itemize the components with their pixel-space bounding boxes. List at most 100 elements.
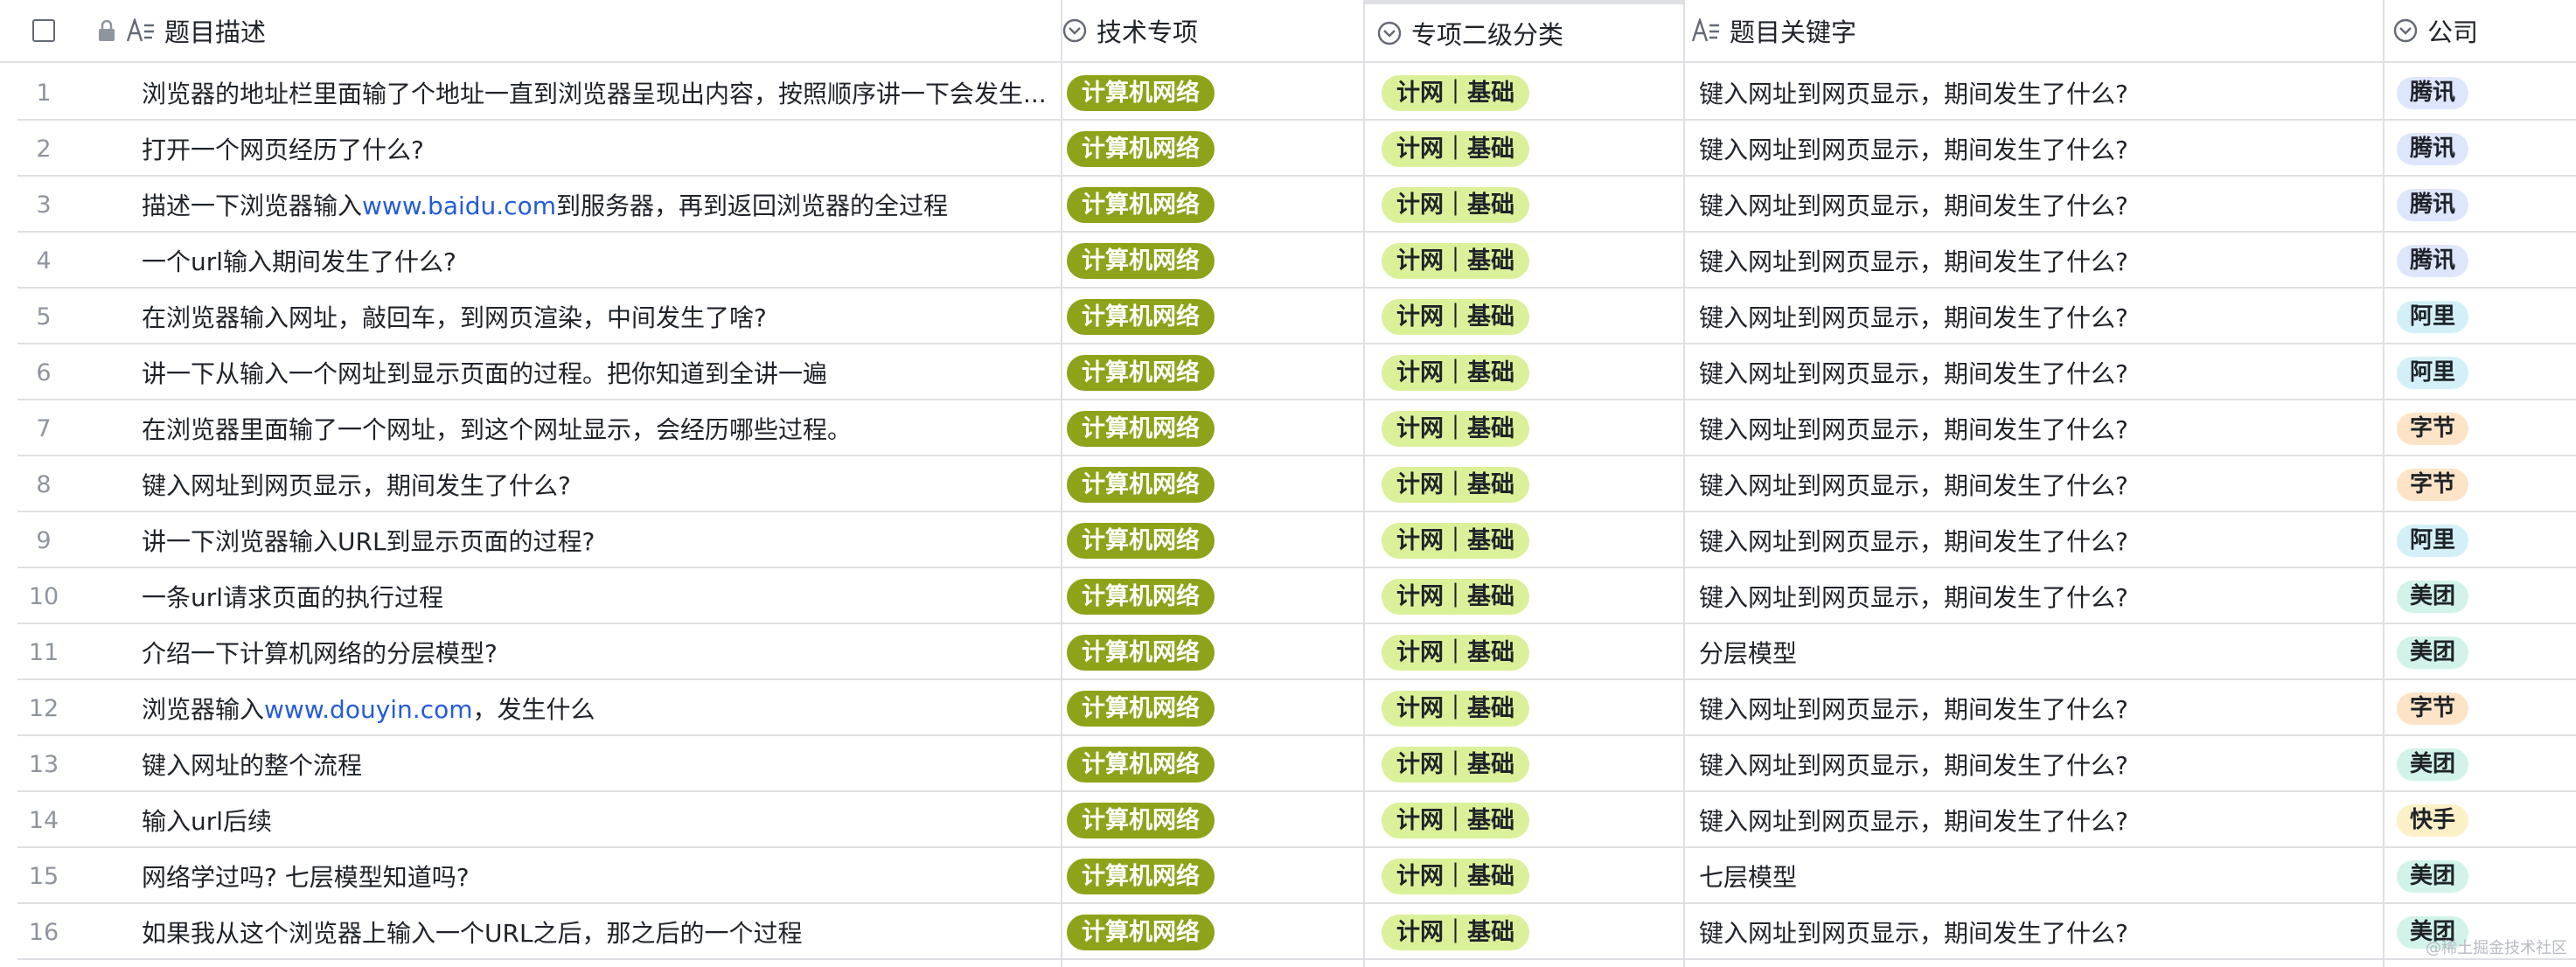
tech-cell[interactable]: 计算机网络 [1062,624,1363,680]
keyword-cell[interactable]: 键入网址到网页显示，期间发生了什么? [1685,792,2383,848]
company-cell[interactable]: 阿里 [2385,512,2576,568]
company-cell[interactable]: 腾讯 [2385,121,2576,177]
table-row[interactable]: 12 浏览器输入www.douyin.com，发生什么 计算机网络 计网｜基础 键入网址… [0,680,2576,736]
keyword-cell[interactable]: 分层模型 [1685,624,2383,680]
tech-cell[interactable]: 计算机网络 [1062,233,1363,289]
row-index-cell[interactable]: 5 [0,289,87,344]
row-index-cell[interactable]: 9 [0,512,87,568]
company-cell[interactable]: 美团 [2385,624,2576,680]
sub-category-cell[interactable]: 计网｜基础 [1365,792,1683,848]
checkbox-icon[interactable] [32,19,55,42]
tech-cell[interactable]: 计算机网络 [1062,121,1363,177]
row-index-cell[interactable]: 4 [0,233,87,289]
title-cell[interactable]: 讲一下浏览器输入URL到显示页面的过程? [87,512,1060,568]
keyword-cell[interactable]: 键入网址到网页显示，期间发生了什么? [1685,344,2383,400]
keyword-cell[interactable]: 键入网址到网页显示，期间发生了什么? [1685,568,2383,624]
row-index-cell[interactable]: 13 [0,736,87,792]
tech-cell[interactable]: 计算机网络 [1062,456,1363,512]
company-cell[interactable]: 字节 [2385,456,2576,512]
tech-cell[interactable]: 计算机网络 [1062,289,1363,344]
row-index-cell[interactable]: 1 [0,65,87,121]
keyword-cell[interactable]: 键入网址到网页显示，期间发生了什么? [1685,512,2383,568]
keyword-cell[interactable]: 键入网址到网页显示，期间发生了什么? [1685,680,2383,736]
tech-cell[interactable]: 计算机网络 [1062,512,1363,568]
title-cell[interactable]: 讲一下从输入一个网址到显示页面的过程。把你知道到全讲一遍 [87,344,1060,400]
table-row[interactable]: 6 讲一下从输入一个网址到显示页面的过程。把你知道到全讲一遍 计算机网络 计网｜基础 键… [0,344,2576,400]
company-cell[interactable]: 美团 [2385,568,2576,624]
column-header-company[interactable]: 公司 [2384,0,2576,63]
table-row[interactable]: 1 浏览器的地址栏里面输了个地址一直到浏览器呈现出内容，按照顺序讲一下会发生...… [0,65,2576,121]
keyword-cell[interactable]: 键入网址到网页显示，期间发生了什么? [1685,904,2383,960]
title-cell[interactable]: 在浏览器里面输了一个网址，到这个网址显示，会经历哪些过程。 [87,400,1060,456]
column-header-title[interactable]: 题目描述 [87,0,1062,63]
sub-category-cell[interactable]: 计网｜基础 [1365,289,1683,344]
company-cell[interactable]: 阿里 [2385,289,2576,344]
row-index-cell[interactable]: 16 [0,904,87,960]
tech-cell[interactable]: 计算机网络 [1062,344,1363,400]
tech-cell[interactable]: 计算机网络 [1062,568,1363,624]
tech-cell[interactable]: 计算机网络 [1062,177,1363,233]
keyword-cell[interactable]: 七层模型 [1685,848,2383,904]
table-row[interactable]: 7 在浏览器里面输了一个网址，到这个网址显示，会经历哪些过程。 计算机网络 计网｜基础… [0,400,2576,456]
tech-cell[interactable]: 计算机网络 [1062,848,1363,904]
row-index-cell[interactable]: 11 [0,624,87,680]
row-index-cell[interactable]: 10 [0,568,87,624]
sub-category-cell[interactable]: 计网｜基础 [1365,344,1683,400]
row-index-cell[interactable]: 14 [0,792,87,848]
keyword-cell[interactable]: 键入网址到网页显示，期间发生了什么? [1685,233,2383,289]
sub-category-cell[interactable]: 计网｜基础 [1365,568,1683,624]
tech-cell[interactable]: 计算机网络 [1062,736,1363,792]
column-header-tech[interactable]: 技术专项 [1062,0,1364,63]
row-index-cell[interactable]: 15 [0,848,87,904]
title-cell[interactable]: 在浏览器输入网址，敲回车，到网页渲染，中间发生了啥? [87,289,1060,344]
keyword-cell[interactable]: 键入网址到网页显示，期间发生了什么? [1685,736,2383,792]
company-cell[interactable]: 字节 [2385,400,2576,456]
tech-cell[interactable]: 计算机网络 [1062,792,1363,848]
row-index-cell[interactable]: 3 [0,177,87,233]
sub-category-cell[interactable]: 计网｜基础 [1365,512,1683,568]
company-cell[interactable]: 美团 [2385,848,2576,904]
tech-cell[interactable]: 计算机网络 [1062,680,1363,736]
title-link[interactable]: www.douyin.com [264,695,472,724]
table-row[interactable]: 11 介绍一下计算机网络的分层模型? 计算机网络 计网｜基础 分层模型 美团 [0,624,2576,680]
table-row[interactable]: 9 讲一下浏览器输入URL到显示页面的过程? 计算机网络 计网｜基础 键入网址到网页显示… [0,512,2576,568]
table-row[interactable]: 4 一个url输入期间发生了什么? 计算机网络 计网｜基础 键入网址到网页显示，期间发生… [0,233,2576,289]
title-cell[interactable]: 键入网址到网页显示，期间发生了什么? [87,456,1060,512]
title-cell[interactable]: 浏览器输入www.douyin.com，发生什么 [87,680,1060,736]
title-cell[interactable]: 介绍一下计算机网络的分层模型? [87,624,1060,680]
table-row[interactable]: 3 描述一下浏览器输入www.baidu.com到服务器，再到返回浏览器的全过程 计… [0,177,2576,233]
title-cell[interactable]: 如果我从这个浏览器上输入一个URL之后，那之后的一个过程 [87,904,1060,960]
sub-category-cell[interactable]: 计网｜基础 [1365,177,1683,233]
title-cell[interactable]: 网络学过吗? 七层模型知道吗? [87,848,1060,904]
sub-category-cell[interactable]: 计网｜基础 [1365,848,1683,904]
keyword-cell[interactable]: 键入网址到网页显示，期间发生了什么? [1685,456,2383,512]
title-cell[interactable]: 描述一下浏览器输入www.baidu.com到服务器，再到返回浏览器的全过程 [87,177,1060,233]
title-cell[interactable]: 输入url后续 [87,792,1060,848]
sub-category-cell[interactable]: 计网｜基础 [1365,680,1683,736]
sub-category-cell[interactable]: 计网｜基础 [1365,400,1683,456]
title-cell[interactable]: 浏览器的地址栏里面输了个地址一直到浏览器呈现出内容，按照顺序讲一下会发生... [87,65,1060,121]
row-index-cell[interactable]: 8 [0,456,87,512]
sub-category-cell[interactable]: 计网｜基础 [1365,624,1683,680]
company-cell[interactable]: 美团 [2385,736,2576,792]
row-index-cell[interactable]: 12 [0,680,87,736]
row-index-cell[interactable]: 7 [0,400,87,456]
sub-category-cell[interactable]: 计网｜基础 [1365,736,1683,792]
column-header-keyword[interactable]: 题目关键字 [1684,0,2384,63]
title-cell[interactable]: 一个url输入期间发生了什么? [87,233,1060,289]
keyword-cell[interactable]: 键入网址到网页显示，期间发生了什么? [1685,400,2383,456]
title-cell[interactable]: 打开一个网页经历了什么? [87,121,1060,177]
tech-cell[interactable]: 计算机网络 [1062,400,1363,456]
table-row[interactable]: 5 在浏览器输入网址，敲回车，到网页渲染，中间发生了啥? 计算机网络 计网｜基础 键入网… [0,289,2576,344]
company-cell[interactable]: 腾讯 [2385,233,2576,289]
title-cell[interactable]: 键入网址的整个流程 [87,736,1060,792]
company-cell[interactable]: 腾讯 [2385,65,2576,121]
sub-category-cell[interactable]: 计网｜基础 [1365,233,1683,289]
sub-category-cell[interactable]: 计网｜基础 [1365,121,1683,177]
row-index-cell[interactable]: 6 [0,344,87,400]
table-row[interactable]: 16 如果我从这个浏览器上输入一个URL之后，那之后的一个过程 计算机网络 计网｜基础… [0,904,2576,960]
title-cell[interactable]: 一条url请求页面的执行过程 [87,568,1060,624]
sub-category-cell[interactable]: 计网｜基础 [1365,456,1683,512]
tech-cell[interactable]: 计算机网络 [1062,904,1363,960]
keyword-cell[interactable]: 键入网址到网页显示，期间发生了什么? [1685,177,2383,233]
